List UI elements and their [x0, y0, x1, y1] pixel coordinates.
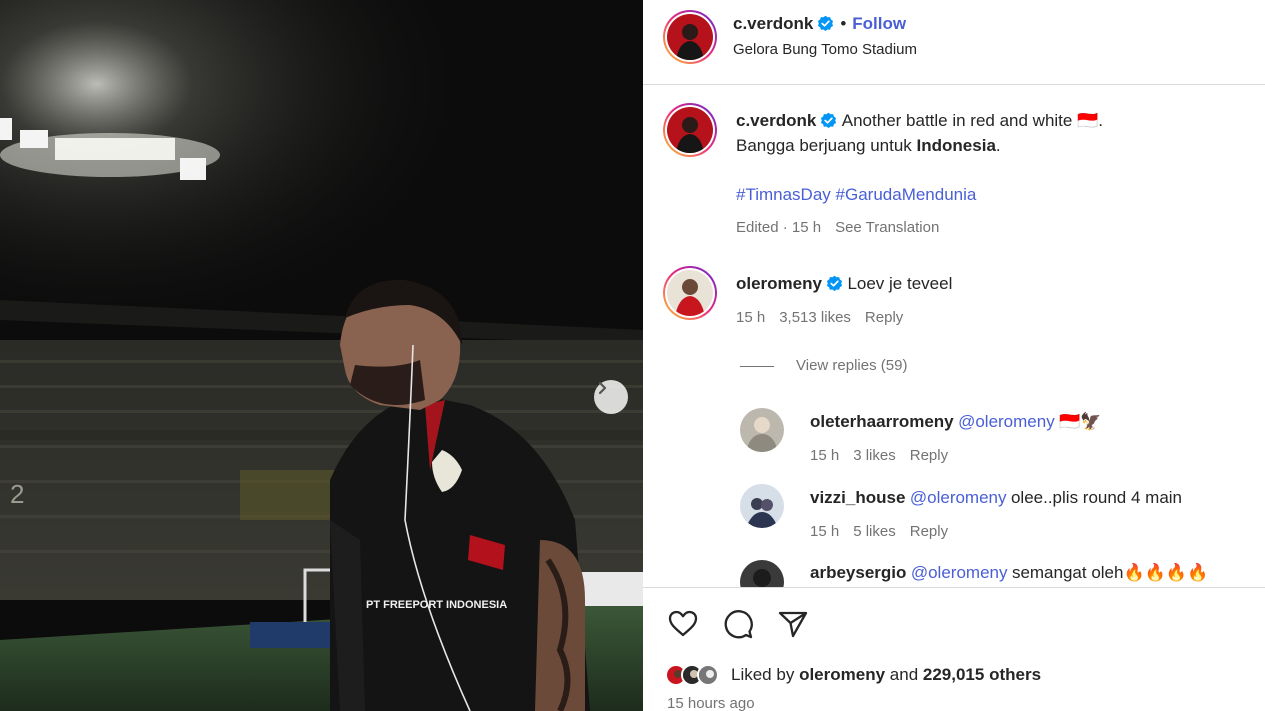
caption-meta: Edited · 15 h See Translation [736, 219, 953, 236]
edited-time: Edited · 15 h [736, 219, 822, 236]
reply-avatar-vizzi-house[interactable] [740, 484, 784, 528]
reply-text-2: olee..plis round 4 main [1010, 488, 1183, 507]
reply-mention-2[interactable]: @oleromeny [910, 488, 1007, 507]
comment-icon[interactable] [721, 607, 755, 641]
post-timestamp: 15 hours ago [667, 695, 755, 711]
reply-likes-1[interactable]: 3 likes [853, 447, 896, 464]
comment-likes[interactable]: 3,513 likes [779, 309, 851, 326]
reply-likes-2[interactable]: 5 likes [853, 523, 896, 540]
liker-avatar-3 [697, 664, 719, 686]
reply-avatar-image [740, 484, 784, 528]
post-image-illustration: 2 PT FREEPORT INDONESIA [0, 0, 643, 711]
reply-3-clip: arbeysergio @oleromeny semangat oleh🔥🔥🔥🔥 [643, 555, 1265, 587]
reply-text-1: 🇮🇩🦅 [1059, 412, 1102, 431]
reply-line-2: vizzi_house @oleromeny olee..plis round … [810, 488, 1182, 508]
reply-avatar-arbeysergio[interactable] [740, 560, 784, 587]
caption-bold-country: Indonesia [916, 136, 996, 155]
svg-text:2: 2 [10, 479, 24, 509]
chevron-right-icon [598, 381, 607, 395]
author-avatar-image [667, 14, 713, 60]
timestamp-clip: 15 hours ago [643, 693, 1265, 711]
liked-by-count[interactable]: 229,015 others [923, 665, 1041, 684]
verified-badge-icon [821, 112, 837, 129]
reply-line-3: arbeysergio @oleromeny semangat oleh🔥🔥🔥🔥 [810, 563, 1208, 583]
next-photo-button[interactable] [594, 380, 628, 414]
liked-by-text: Liked by oleromeny and 229,015 others [731, 665, 1041, 685]
comment-line: oleromeny Loev je teveel [736, 274, 952, 294]
reply-button-2[interactable]: Reply [910, 523, 948, 540]
reply-avatar-image [740, 560, 784, 587]
author-username[interactable]: c.verdonk [733, 14, 813, 33]
caption-line-1: c.verdonk Another battle in red and whit… [736, 111, 1103, 131]
reply-avatar-oleterhaarromeny[interactable] [740, 408, 784, 452]
reply-username-3[interactable]: arbeysergio [810, 563, 906, 582]
verified-badge-icon [826, 275, 843, 292]
header-divider [643, 84, 1265, 85]
caption-author-avatar[interactable] [663, 103, 717, 157]
heart-icon[interactable] [666, 607, 700, 641]
reply-meta-1: 15 h 3 likes Reply [810, 447, 962, 464]
comment-avatar-oleromeny[interactable] [663, 266, 717, 320]
liked-by-user[interactable]: oleromeny [799, 665, 885, 684]
actions-divider [643, 587, 1265, 588]
reply-line-1: oleterhaarromeny @oleromeny 🇮🇩🦅 [810, 412, 1102, 432]
separator-dot: • [840, 14, 847, 33]
share-icon[interactable] [776, 607, 810, 641]
liked-by-and: and [889, 665, 919, 684]
view-replies-button[interactable]: View replies (59) [796, 357, 907, 374]
liked-by-prefix: Liked by [731, 665, 795, 684]
comment-meta: 15 h 3,513 likes Reply [736, 309, 917, 326]
reply-username-2[interactable]: vizzi_house [810, 488, 905, 507]
caption-hashtags: #TimnasDay #GarudaMendunia [736, 185, 976, 205]
hashtag-timnasday[interactable]: #TimnasDay [736, 185, 831, 204]
follow-button[interactable]: Follow [852, 14, 906, 33]
reply-button-1[interactable]: Reply [910, 447, 948, 464]
reply-avatar-image [740, 408, 784, 452]
comment-username[interactable]: oleromeny [736, 274, 822, 293]
caption-text-1: Another battle in red and white 🇮🇩. [841, 111, 1103, 130]
hashtag-garudamendunia[interactable]: #GarudaMendunia [836, 185, 977, 204]
reply-username-1[interactable]: oleterhaarromeny [810, 412, 954, 431]
post-header-line: c.verdonk • Follow [733, 14, 906, 34]
reply-text-3: semangat oleh🔥🔥🔥🔥 [1011, 563, 1209, 582]
reply-mention-3[interactable]: @oleromeny [911, 563, 1008, 582]
caption-avatar-image [667, 107, 713, 153]
reply-mention-1[interactable]: @oleromeny [958, 412, 1055, 431]
comment-text: Loev je teveel [847, 274, 953, 293]
post-photo: 2 PT FREEPORT INDONESIA [0, 0, 643, 711]
location-link[interactable]: Gelora Bung Tomo Stadium [733, 41, 917, 58]
comment-avatar-image [667, 270, 713, 316]
view-replies-line [740, 366, 774, 367]
reply-time-2: 15 h [810, 523, 840, 540]
svg-text:PT FREEPORT INDONESIA: PT FREEPORT INDONESIA [366, 599, 507, 611]
caption-username[interactable]: c.verdonk [736, 111, 816, 130]
reply-time-1: 15 h [810, 447, 840, 464]
post-details-panel: c.verdonk • Follow Gelora Bung Tomo Stadiu… [643, 0, 1265, 711]
verified-badge-icon [818, 15, 834, 32]
caption-period: . [995, 136, 1001, 155]
likes-summary: Liked by oleromeny and 229,015 others [665, 664, 1041, 686]
see-translation-button[interactable]: See Translation [835, 219, 939, 236]
caption-line-2: Bangga berjuang untuk Indonesia. [736, 136, 1001, 156]
comment-reply-button[interactable]: Reply [865, 309, 903, 326]
caption-text-2: Bangga berjuang untuk [736, 136, 912, 155]
author-avatar[interactable] [663, 10, 717, 64]
liker-avatar-image [699, 666, 717, 684]
comment-time: 15 h [736, 309, 766, 326]
reply-meta-2: 15 h 5 likes Reply [810, 523, 962, 540]
